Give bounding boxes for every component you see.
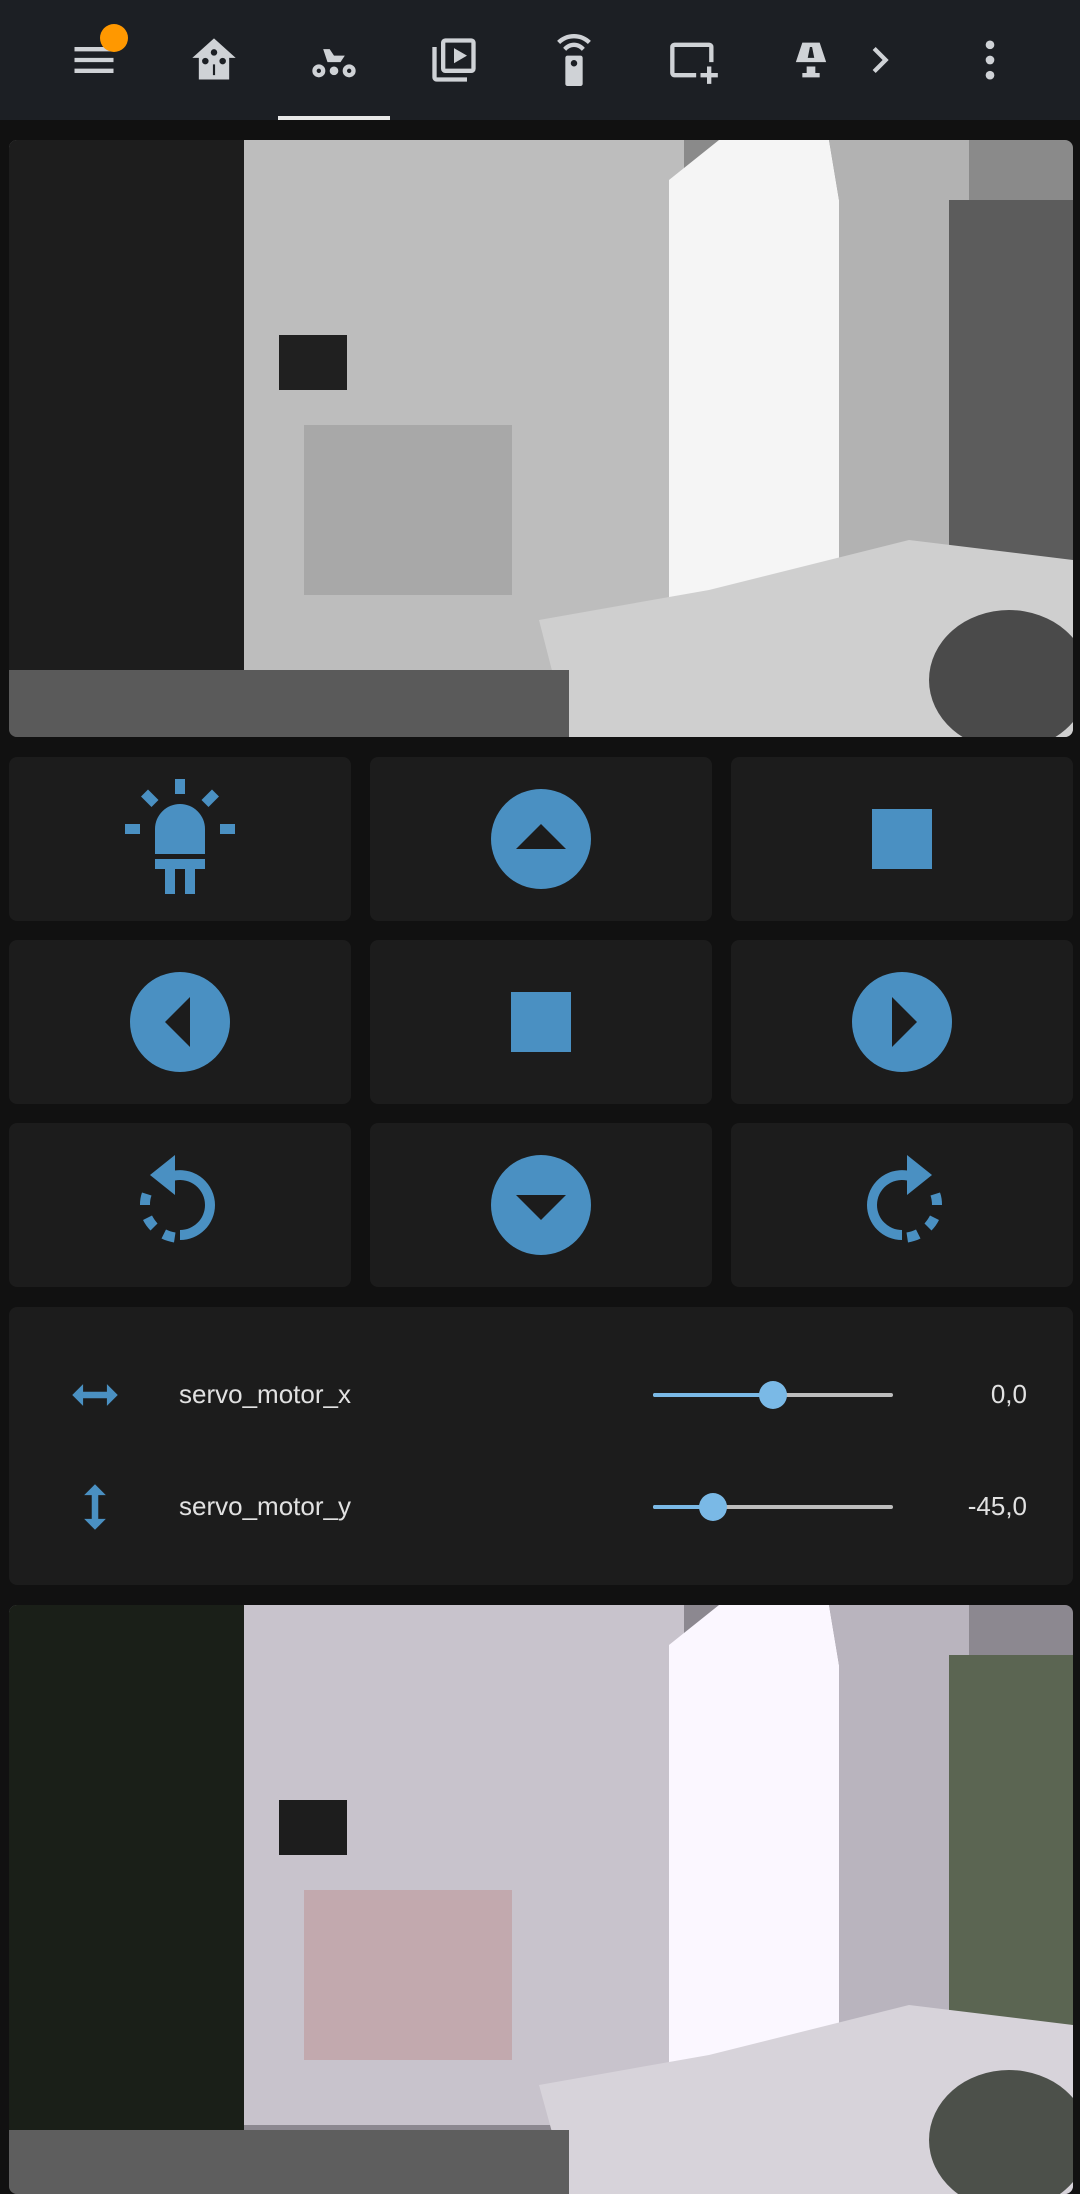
arrow-left-circle-icon [130, 972, 230, 1072]
slider-value: -45,0 [967, 1491, 1027, 1521]
slider-handle[interactable] [759, 1381, 787, 1409]
slider-track[interactable] [653, 1381, 893, 1409]
rotate-left-button[interactable] [9, 1123, 351, 1287]
home-assistant-icon [192, 38, 236, 80]
tab-robot[interactable] [278, 0, 390, 120]
media-collection-icon [432, 38, 476, 82]
remote-icon [557, 34, 591, 86]
robot-vehicle-icon [312, 49, 356, 78]
dots-vertical-icon [985, 40, 995, 80]
stop-icon [511, 992, 571, 1052]
stop-button-center[interactable] [370, 940, 712, 1104]
arrow-down-circle-icon [491, 1155, 591, 1255]
stop-button-top[interactable] [731, 757, 1073, 921]
slider-track[interactable] [653, 1493, 893, 1521]
arrow-up-circle-icon [491, 789, 591, 889]
lamp-icon [795, 42, 827, 78]
arrow-left-right-icon [72, 1384, 118, 1406]
slider-row-servo-y: servo_motor_y -45,0 [9, 1467, 1073, 1547]
arrow-up-down-icon [84, 1484, 106, 1530]
tab-media[interactable] [398, 0, 510, 120]
camera-feed-1[interactable] [9, 140, 1073, 737]
camera-feed-2[interactable] [9, 1605, 1073, 2194]
camera-image [9, 140, 1073, 737]
rotate-right-button[interactable] [731, 1123, 1073, 1287]
led-button[interactable] [9, 757, 351, 921]
forward-button[interactable] [370, 757, 712, 921]
rotate-right-icon [867, 1155, 942, 1243]
tab-remote[interactable] [518, 0, 630, 120]
left-button[interactable] [9, 940, 351, 1104]
camera-image [9, 1605, 1073, 2194]
overflow-menu-button[interactable] [962, 0, 1018, 120]
slider-label: servo_motor_x [179, 1379, 351, 1409]
card-add-icon [670, 42, 718, 84]
menu-button[interactable] [38, 0, 150, 120]
chevron-right-icon [872, 47, 889, 73]
more-tabs-button[interactable] [852, 0, 908, 120]
stop-icon [872, 809, 932, 869]
led-icon [125, 779, 235, 894]
slider-value: 0,0 [990, 1379, 1027, 1409]
slider-fill [653, 1393, 773, 1397]
backward-button[interactable] [370, 1123, 712, 1287]
notification-badge [100, 24, 128, 52]
slider-label: servo_motor_y [179, 1491, 351, 1521]
right-button[interactable] [731, 940, 1073, 1104]
slider-handle[interactable] [699, 1493, 727, 1521]
arrow-right-circle-icon [852, 972, 952, 1072]
tab-home[interactable] [158, 0, 270, 120]
toolbar [0, 0, 1080, 120]
tab-lamp[interactable] [755, 0, 867, 120]
servo-slider-card: servo_motor_x 0,0 servo_motor_y -45,0 [9, 1307, 1073, 1585]
slider-row-servo-x: servo_motor_x 0,0 [9, 1355, 1073, 1435]
tab-add-card[interactable] [638, 0, 750, 120]
rotate-left-icon [139, 1155, 215, 1243]
